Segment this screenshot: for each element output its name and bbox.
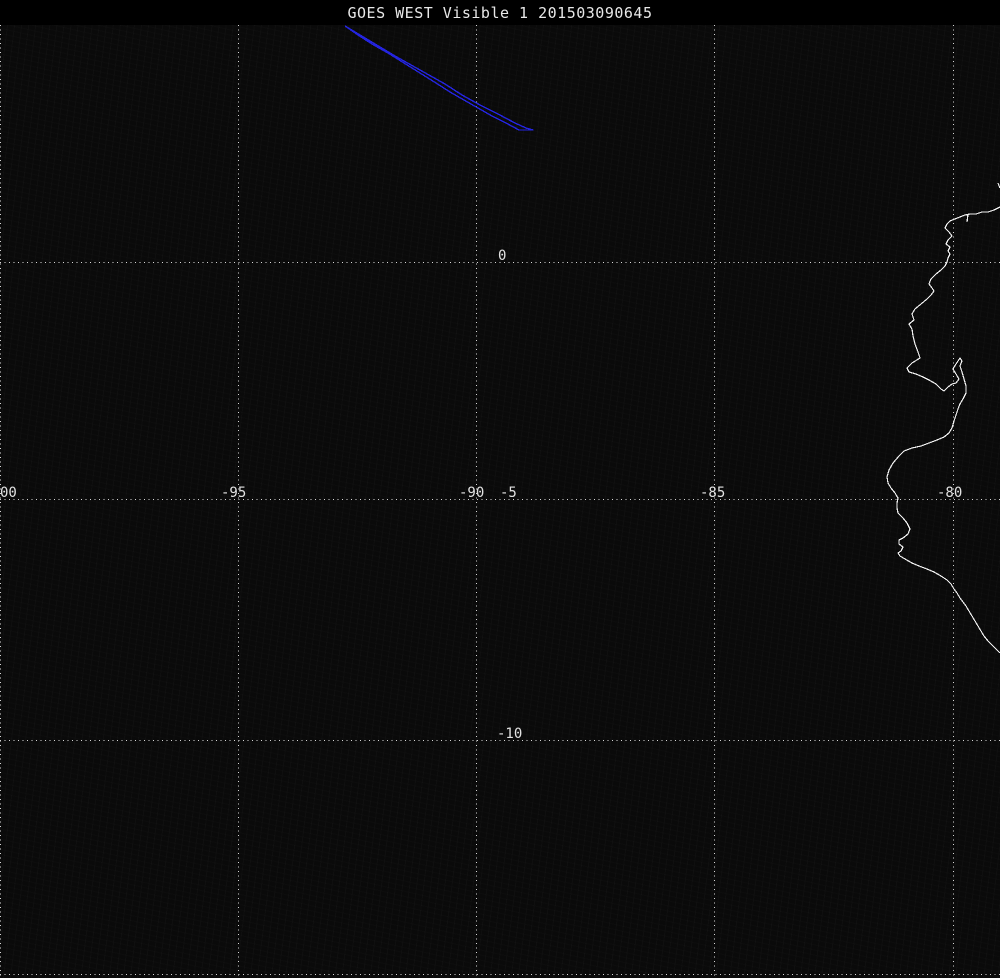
title-bar: GOES WEST Visible 1 201503090645 [0,0,1000,25]
grid-labels: 0 00 -95 -90 -5 -85 -80 -10 [0,0,1000,978]
latlon-label: -85 [700,485,726,501]
latlon-label: -95 [221,485,247,501]
satellite-image-viewer: GOES WEST Visible 1 201503090645 0 00 -95-… [0,0,1000,978]
latlon-label: -90 [459,485,485,501]
latlon-label: -5 [500,485,517,501]
image-title: GOES WEST Visible 1 201503090645 [347,4,653,22]
latlon-label: -10 [497,726,523,742]
latlon-label: -80 [937,485,963,501]
latlon-label: 0 [498,248,507,264]
latlon-label: 00 [0,485,17,501]
